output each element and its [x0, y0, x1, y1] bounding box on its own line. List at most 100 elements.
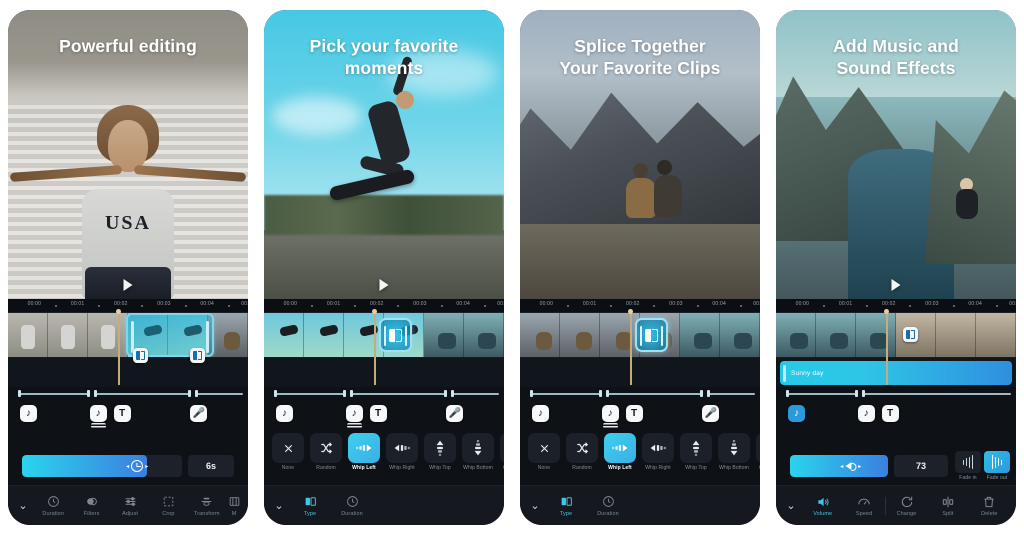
- tool-filters[interactable]: Filters: [72, 494, 110, 517]
- volume-slider-handle[interactable]: ◂ ▸: [840, 462, 861, 471]
- transition-whip-right[interactable]: Whip Right: [642, 433, 674, 472]
- video-preview-3[interactable]: Splice Together Your Favorite Clips: [520, 10, 760, 299]
- film-frame[interactable]: [424, 313, 464, 357]
- chevron-down-icon[interactable]: ⌄: [782, 499, 800, 512]
- audio-lane-2[interactable]: [264, 357, 504, 387]
- filmstrip-4[interactable]: [776, 313, 1016, 357]
- transition-whip-left[interactable]: Whip Left: [348, 433, 380, 472]
- transition-whip-right[interactable]: Whip Right: [386, 433, 418, 472]
- playhead-4[interactable]: [884, 309, 890, 385]
- film-frame[interactable]: [520, 313, 560, 357]
- film-frame[interactable]: [264, 313, 304, 357]
- music-note-stack-icon[interactable]: ♪: [345, 405, 363, 428]
- film-frame[interactable]: [304, 313, 344, 357]
- play-icon[interactable]: [891, 279, 901, 291]
- microphone-icon[interactable]: 🎤: [446, 405, 464, 422]
- film-frame[interactable]: [776, 313, 816, 357]
- microphone-icon[interactable]: 🎤: [190, 405, 208, 422]
- selected-transition-icon-3[interactable]: [635, 318, 669, 352]
- playhead-1[interactable]: [116, 309, 122, 385]
- film-frame[interactable]: [680, 313, 720, 357]
- tool-delete[interactable]: Delete: [969, 494, 1010, 517]
- audio-clip-handle[interactable]: [783, 364, 786, 382]
- transition-badge-icon[interactable]: [903, 327, 919, 342]
- film-frame[interactable]: [88, 313, 128, 357]
- music-note-icon[interactable]: ♪: [857, 405, 875, 422]
- duration-slider[interactable]: ◂ ▸: [22, 455, 182, 477]
- transition-whip-top[interactable]: Whip Top: [424, 433, 456, 472]
- transition-badge-icon[interactable]: [190, 348, 206, 363]
- tool-duration[interactable]: Duration: [586, 494, 630, 517]
- transition-cross[interactable]: Cro: [756, 433, 760, 472]
- music-note-stack-icon[interactable]: ♪: [601, 405, 619, 428]
- transition-cross[interactable]: Cro: [500, 433, 504, 472]
- tool-duration[interactable]: Duration: [34, 494, 72, 517]
- playhead-3[interactable]: [628, 309, 634, 385]
- transition-whip-left[interactable]: Whip Left: [604, 433, 636, 472]
- tool-split[interactable]: Split: [927, 494, 968, 517]
- film-frame[interactable]: [856, 313, 896, 357]
- volume-slider[interactable]: ◂ ▸: [790, 455, 888, 477]
- chevron-down-icon[interactable]: ⌄: [526, 499, 544, 512]
- music-note-active-icon[interactable]: ♪: [788, 405, 805, 422]
- filmstrip-1[interactable]: [8, 313, 248, 357]
- transition-whip-bottom[interactable]: Whip Bottom: [718, 433, 750, 472]
- microphone-icon[interactable]: 🎤: [702, 405, 720, 422]
- film-frame[interactable]: [816, 313, 856, 357]
- film-frame[interactable]: [600, 313, 640, 357]
- music-note-icon[interactable]: ♪: [20, 405, 37, 422]
- audio-clip-sunny-day[interactable]: Sunny day: [780, 361, 1012, 385]
- tool-speed[interactable]: Speed: [843, 494, 884, 517]
- film-frame[interactable]: [936, 313, 976, 357]
- video-preview-4[interactable]: Add Music and Sound Effects: [776, 10, 1016, 299]
- text-icon[interactable]: T: [113, 405, 131, 422]
- chevron-down-icon[interactable]: ⌄: [270, 499, 288, 512]
- tool-type[interactable]: Type: [546, 494, 586, 517]
- film-frame[interactable]: [976, 313, 1016, 357]
- film-frame[interactable]: [720, 313, 760, 357]
- fade-in-button[interactable]: Fade in: [955, 451, 981, 481]
- selected-transition-icon-2[interactable]: [379, 318, 413, 352]
- x-icon: [272, 433, 304, 463]
- film-frame[interactable]: [344, 313, 384, 357]
- music-note-icon[interactable]: ♪: [276, 405, 293, 422]
- film-frame[interactable]: [464, 313, 504, 357]
- tool-volume[interactable]: Volume: [802, 494, 843, 517]
- audio-lane-4[interactable]: Sunny day: [776, 357, 1016, 387]
- chevron-down-icon[interactable]: ⌄: [14, 499, 32, 512]
- tool-duration[interactable]: Duration: [330, 494, 374, 517]
- music-note-stack-icon[interactable]: ♪: [89, 405, 107, 428]
- playhead-2[interactable]: [372, 309, 378, 385]
- film-frame[interactable]: [48, 313, 88, 357]
- video-preview-1[interactable]: USA Powerful editing: [8, 10, 248, 299]
- transition-random[interactable]: Random: [566, 433, 598, 472]
- tool-more[interactable]: M: [226, 494, 242, 517]
- transition-whip-top[interactable]: Whip Top: [680, 433, 712, 472]
- audio-lane-1[interactable]: [8, 348, 248, 387]
- filmstrip-2[interactable]: [264, 313, 504, 357]
- text-icon[interactable]: T: [369, 405, 387, 422]
- music-note-icon[interactable]: ♪: [532, 405, 549, 422]
- filmstrip-3[interactable]: [520, 313, 760, 357]
- tool-crop[interactable]: Crop: [149, 494, 187, 517]
- tool-adjust[interactable]: Adjust: [111, 494, 149, 517]
- play-icon[interactable]: [379, 279, 389, 291]
- fade-out-button[interactable]: Fade out: [984, 451, 1010, 481]
- tool-transform[interactable]: Transform: [188, 494, 226, 517]
- transition-badge-icon[interactable]: [132, 348, 148, 363]
- transition-whip-bottom[interactable]: Whip Bottom: [462, 433, 494, 472]
- tool-type[interactable]: Type: [290, 494, 330, 517]
- text-icon[interactable]: T: [625, 405, 643, 422]
- film-frame[interactable]: [560, 313, 600, 357]
- video-preview-2[interactable]: Pick your favorite moments: [264, 10, 504, 299]
- transition-random[interactable]: Random: [310, 433, 342, 472]
- ruler-tick: 00:03: [669, 301, 683, 307]
- audio-lane-3[interactable]: [520, 357, 760, 387]
- play-icon[interactable]: [123, 279, 133, 291]
- text-icon[interactable]: T: [881, 405, 899, 422]
- transition-none[interactable]: None: [528, 433, 560, 472]
- duration-slider-handle[interactable]: ◂ ▸: [126, 460, 148, 472]
- tool-change[interactable]: Change: [886, 494, 927, 517]
- film-frame[interactable]: [8, 313, 48, 357]
- transition-none[interactable]: None: [272, 433, 304, 472]
